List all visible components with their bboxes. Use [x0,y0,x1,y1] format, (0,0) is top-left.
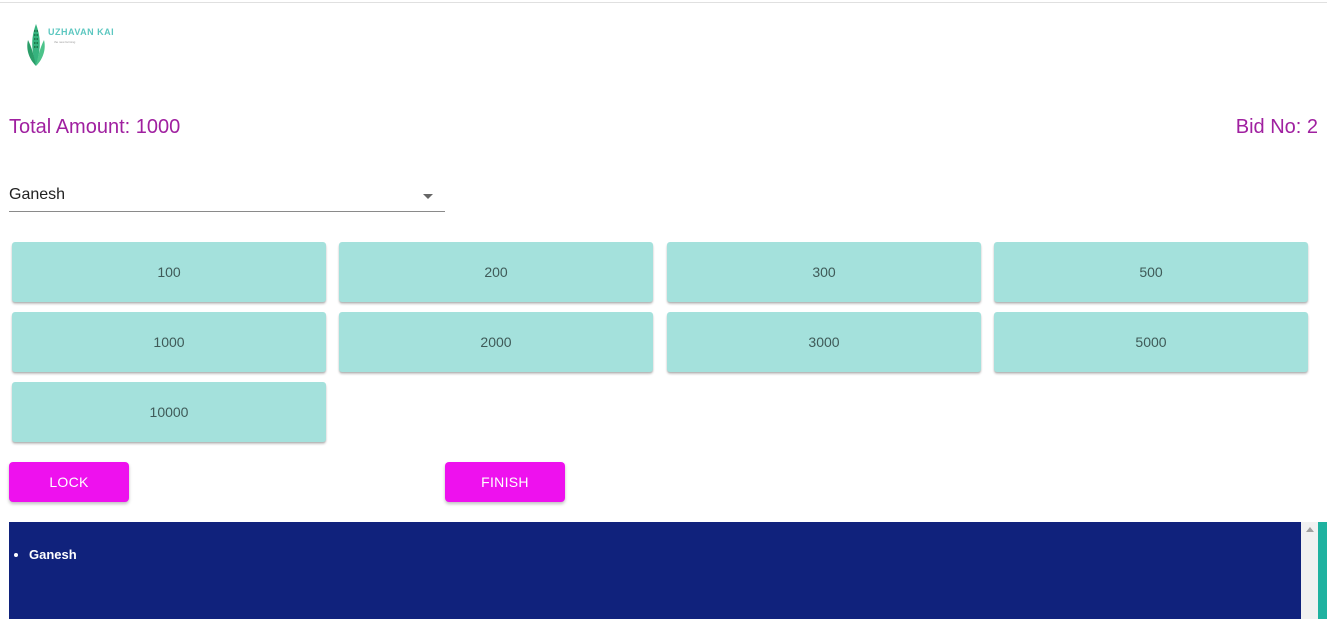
amount-button-2000[interactable]: 2000 [339,312,653,372]
bidder-select-value: Ganesh [9,186,66,203]
scroll-up-icon[interactable] [1306,527,1314,532]
bid-number: Bid No: 2 [1235,116,1318,138]
list-item: Ganesh [29,547,77,562]
amount-button-3000[interactable]: 3000 [667,312,981,372]
logo-tagline: the new farming [54,40,76,44]
amount-button-1000[interactable]: 1000 [12,312,326,372]
amount-button-300[interactable]: 300 [667,242,981,302]
caret-down-icon [423,194,433,199]
logo-brand-text: UZHAVAN KAI [48,27,115,37]
bidders-list: Ganesh [9,547,77,562]
bidders-panel: Ganesh [9,522,1318,619]
amount-button-100[interactable]: 100 [12,242,326,302]
amount-button-200[interactable]: 200 [339,242,653,302]
amount-button-500[interactable]: 500 [994,242,1308,302]
total-amount: Total Amount: 1000 [9,116,181,138]
corn-icon [27,24,45,66]
bidder-select[interactable]: Ganesh [9,183,445,212]
top-divider [0,2,1327,3]
amount-button-5000[interactable]: 5000 [994,312,1308,372]
finish-button[interactable]: FINISH [445,462,565,502]
logo: UZHAVAN KAI the new farming [24,22,124,68]
panel-scrollbar[interactable] [1301,522,1318,619]
lock-button[interactable]: LOCK [9,462,129,502]
amount-button-10000[interactable]: 10000 [12,382,326,442]
